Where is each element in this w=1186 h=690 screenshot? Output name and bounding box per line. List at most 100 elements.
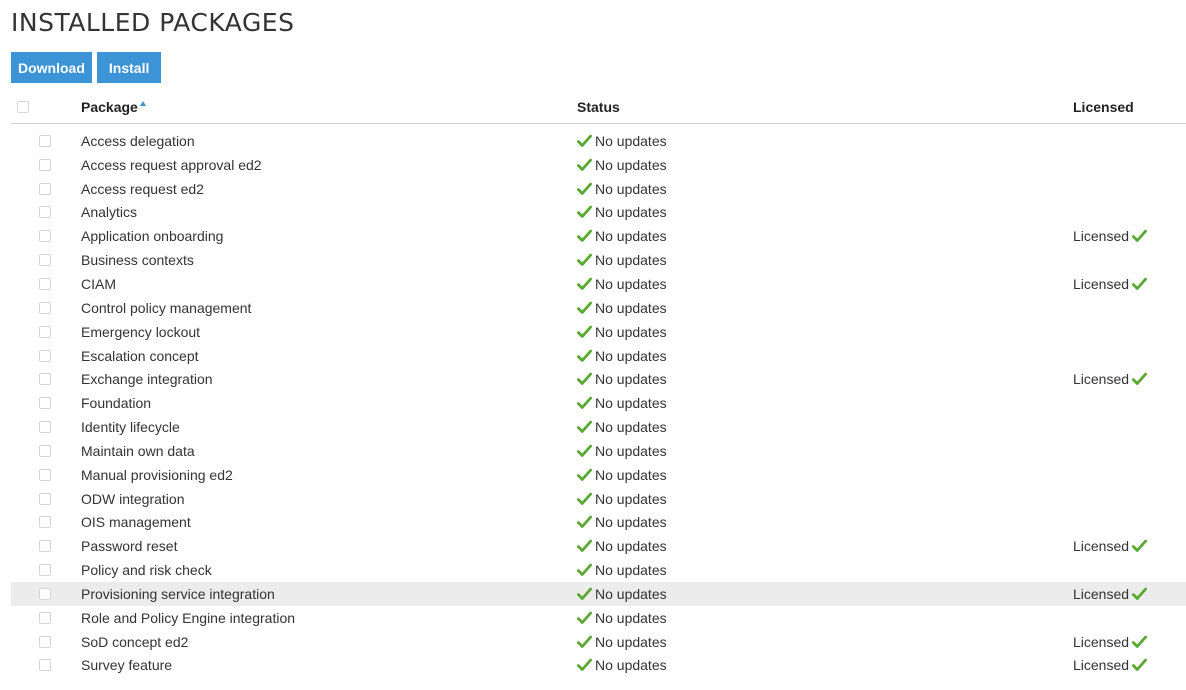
page: INSTALLED PACKAGES Download Install Pack… bbox=[0, 0, 1186, 690]
status-cell: No updates bbox=[577, 439, 667, 463]
check-icon bbox=[1132, 372, 1148, 386]
row-checkbox[interactable] bbox=[39, 397, 51, 410]
status-text: No updates bbox=[595, 371, 667, 388]
package-name: Role and Policy Engine integration bbox=[81, 609, 296, 626]
table-row[interactable]: Policy and risk check No updates bbox=[11, 558, 1186, 582]
table-row[interactable]: Emergency lockout No updates bbox=[11, 320, 1186, 344]
table-row[interactable]: Application onboarding No updates Licensed bbox=[11, 224, 1186, 248]
status-text: No updates bbox=[595, 585, 667, 602]
table-row[interactable]: Foundation No updates bbox=[11, 391, 1186, 415]
status-text: No updates bbox=[595, 347, 667, 364]
table-row[interactable]: Role and Policy Engine integration No upd… bbox=[11, 606, 1186, 630]
status-cell: No updates bbox=[577, 606, 667, 630]
table-row[interactable]: Access request approval ed2 No updates bbox=[11, 153, 1186, 177]
status-cell: No updates bbox=[577, 511, 667, 535]
licensed-cell: Licensed bbox=[1073, 272, 1148, 296]
download-button[interactable]: Download bbox=[11, 52, 92, 83]
table-row[interactable]: Business contexts No updates bbox=[11, 248, 1186, 272]
column-header-package[interactable]: Package bbox=[81, 93, 146, 121]
status-cell: No updates bbox=[577, 320, 667, 344]
status-text: No updates bbox=[595, 323, 667, 340]
row-checkbox[interactable] bbox=[39, 516, 51, 529]
row-select-cell bbox=[39, 296, 53, 320]
status-text: No updates bbox=[595, 562, 667, 579]
check-icon bbox=[577, 301, 592, 315]
check-icon bbox=[577, 420, 592, 434]
status-text: No updates bbox=[595, 132, 667, 149]
table-header: Package Status Licensed bbox=[11, 95, 1186, 124]
table-row[interactable]: Access delegation No updates bbox=[11, 129, 1186, 153]
row-select-cell bbox=[39, 415, 53, 439]
status-text: No updates bbox=[595, 180, 667, 197]
row-checkbox[interactable] bbox=[39, 158, 51, 171]
row-select-cell bbox=[39, 439, 53, 463]
table-row[interactable]: Identity lifecycle No updates bbox=[11, 415, 1186, 439]
licensed-badge: Licensed bbox=[1073, 586, 1148, 602]
package-name: OIS management bbox=[81, 514, 191, 531]
row-checkbox[interactable] bbox=[39, 230, 51, 243]
row-checkbox[interactable] bbox=[39, 492, 51, 505]
select-all-checkbox[interactable] bbox=[17, 101, 29, 113]
table-row[interactable]: Control policy management No updates bbox=[11, 296, 1186, 320]
table-row[interactable]: CIAM No updates Licensed bbox=[11, 272, 1186, 296]
licensed-text: Licensed bbox=[1073, 538, 1130, 555]
row-checkbox[interactable] bbox=[39, 611, 51, 624]
row-select-cell bbox=[39, 224, 53, 248]
package-name: Policy and risk check bbox=[81, 562, 212, 579]
check-icon bbox=[577, 635, 592, 649]
table-row[interactable]: Password reset No updates Licensed bbox=[11, 534, 1186, 558]
column-header-licensed[interactable]: Licensed bbox=[1073, 93, 1134, 121]
table-row[interactable]: Exchange integration No updates Licensed bbox=[11, 367, 1186, 391]
status-cell: No updates bbox=[577, 558, 667, 582]
table-row[interactable]: Manual provisioning ed2 No updates bbox=[11, 463, 1186, 487]
row-checkbox[interactable] bbox=[39, 277, 51, 290]
licensed-badge: Licensed bbox=[1073, 657, 1148, 673]
package-name: Identity lifecycle bbox=[81, 419, 180, 436]
status-text: No updates bbox=[595, 514, 667, 531]
check-icon bbox=[1132, 635, 1148, 649]
status-text: No updates bbox=[595, 419, 667, 436]
table-row[interactable]: Access request ed2 No updates bbox=[11, 177, 1186, 201]
table-row[interactable]: SoD concept ed2 No updates Licensed bbox=[11, 630, 1186, 654]
table-row[interactable]: Maintain own data No updates bbox=[11, 439, 1186, 463]
page-title: INSTALLED PACKAGES bbox=[11, 8, 295, 37]
row-checkbox[interactable] bbox=[39, 182, 51, 195]
column-header-status[interactable]: Status bbox=[577, 93, 620, 121]
row-checkbox[interactable] bbox=[39, 373, 51, 386]
row-select-cell bbox=[39, 272, 53, 296]
row-checkbox[interactable] bbox=[39, 444, 51, 457]
table-row[interactable]: ODW integration No updates bbox=[11, 487, 1186, 511]
licensed-cell: Licensed bbox=[1073, 630, 1148, 654]
row-checkbox[interactable] bbox=[39, 659, 51, 672]
row-checkbox[interactable] bbox=[39, 325, 51, 338]
licensed-cell: Licensed bbox=[1073, 534, 1148, 558]
licensed-text: Licensed bbox=[1073, 633, 1130, 650]
row-checkbox[interactable] bbox=[39, 206, 51, 219]
row-checkbox[interactable] bbox=[39, 635, 51, 648]
install-button[interactable]: Install bbox=[96, 52, 162, 83]
row-checkbox[interactable] bbox=[39, 468, 51, 481]
row-checkbox[interactable] bbox=[39, 564, 51, 577]
row-checkbox[interactable] bbox=[39, 349, 51, 362]
table-row[interactable]: Escalation concept No updates bbox=[11, 344, 1186, 368]
row-checkbox[interactable] bbox=[39, 587, 51, 600]
table-row[interactable]: OIS management No updates bbox=[11, 511, 1186, 535]
status-cell: No updates bbox=[577, 654, 667, 678]
check-icon bbox=[577, 372, 592, 386]
row-select-cell bbox=[39, 129, 53, 153]
row-checkbox[interactable] bbox=[39, 134, 51, 147]
row-checkbox[interactable] bbox=[39, 301, 51, 314]
row-select-cell bbox=[39, 654, 53, 678]
column-header-status-label: Status bbox=[577, 99, 620, 115]
row-checkbox[interactable] bbox=[39, 254, 51, 267]
table-row[interactable]: Analytics No updates bbox=[11, 201, 1186, 225]
status-text: No updates bbox=[595, 442, 667, 459]
status-cell: No updates bbox=[577, 367, 667, 391]
status-text: No updates bbox=[595, 633, 667, 650]
status-cell: No updates bbox=[577, 487, 667, 511]
table-row[interactable]: Provisioning service integration No updat… bbox=[11, 582, 1186, 606]
row-checkbox[interactable] bbox=[39, 540, 51, 553]
table-row[interactable]: Survey feature No updates Licensed bbox=[11, 654, 1186, 678]
row-checkbox[interactable] bbox=[39, 421, 51, 434]
row-select-cell bbox=[39, 177, 53, 201]
